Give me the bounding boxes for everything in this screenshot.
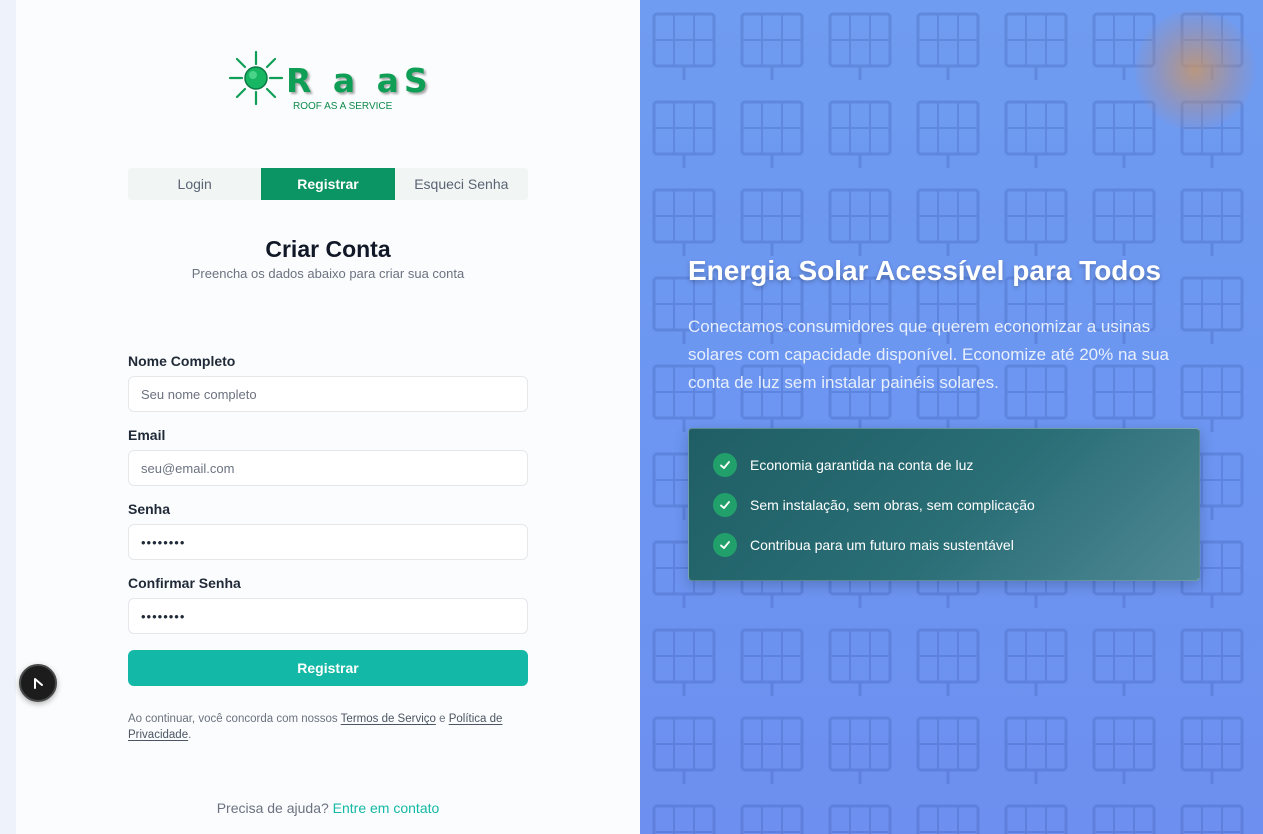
feature-item: Contribua para um futuro mais sustentáve… <box>713 533 1199 557</box>
auth-tabs: Login Registrar Esqueci Senha <box>128 168 528 200</box>
email-input[interactable] <box>128 450 528 486</box>
password-input[interactable] <box>128 524 528 560</box>
tab-register[interactable]: Registrar <box>261 168 395 200</box>
terms-prefix: Ao continuar, você concorda com nossos <box>128 713 341 725</box>
feature-text: Economia garantida na conta de luz <box>750 457 974 473</box>
form-title: Criar Conta <box>265 236 391 262</box>
password-label: Senha <box>128 501 171 517</box>
terms-conjunction: e <box>435 713 449 725</box>
navigation-arrow-icon <box>34 678 43 689</box>
form-subtitle: Preencha os dados abaixo para criar sua … <box>191 266 465 281</box>
feature-item: Economia garantida na conta de luz <box>713 453 1199 477</box>
confirm-password-label: Confirmar Senha <box>128 575 241 591</box>
terms-suffix: . <box>188 729 192 741</box>
confirm-password-input[interactable] <box>128 598 528 634</box>
logo-tagline: ROOF AS A SERVICE <box>293 101 393 112</box>
name-label: Nome Completo <box>128 353 236 369</box>
check-icon <box>713 533 737 557</box>
feature-text: Sem instalação, sem obras, sem complicaç… <box>750 497 1035 513</box>
hero-description: Conectamos consumidores que querem econo… <box>688 317 1170 392</box>
auth-panel: R a aS ROOF AS A SERVICE Login Registrar… <box>16 0 640 834</box>
features-card: Economia garantida na conta de luz Sem i… <box>688 428 1200 581</box>
sun-glow <box>1135 10 1255 130</box>
hero-panel: Energia Solar Acessível para Todos Conec… <box>640 0 1263 834</box>
email-label: Email <box>128 427 166 443</box>
terms-of-service-link[interactable]: Termos de Serviço <box>341 713 436 725</box>
register-button[interactable]: Registrar <box>128 650 528 686</box>
logo-wordmark: R a aS <box>286 61 433 100</box>
help-line: Precisa de ajuda? Entre em contato <box>16 800 640 816</box>
help-text: Precisa de ajuda? <box>216 800 333 816</box>
sun-icon <box>228 50 284 106</box>
feature-item: Sem instalação, sem obras, sem complicaç… <box>713 493 1199 517</box>
hero-title: Energia Solar Acessível para Todos <box>688 255 1162 286</box>
terms-notice: Ao continuar, você concorda com nossos T… <box>128 711 528 743</box>
tab-forgot-password[interactable]: Esqueci Senha <box>395 168 528 200</box>
floating-nav-button[interactable] <box>19 664 57 702</box>
name-input[interactable] <box>128 376 528 412</box>
check-icon <box>713 453 737 477</box>
solar-panels-background <box>640 0 1263 834</box>
tab-login[interactable]: Login <box>128 168 261 200</box>
raas-logo: R a aS ROOF AS A SERVICE <box>228 50 428 115</box>
feature-text: Contribua para um futuro mais sustentáve… <box>750 537 1014 553</box>
check-icon <box>713 493 737 517</box>
contact-link[interactable]: Entre em contato <box>333 800 440 816</box>
